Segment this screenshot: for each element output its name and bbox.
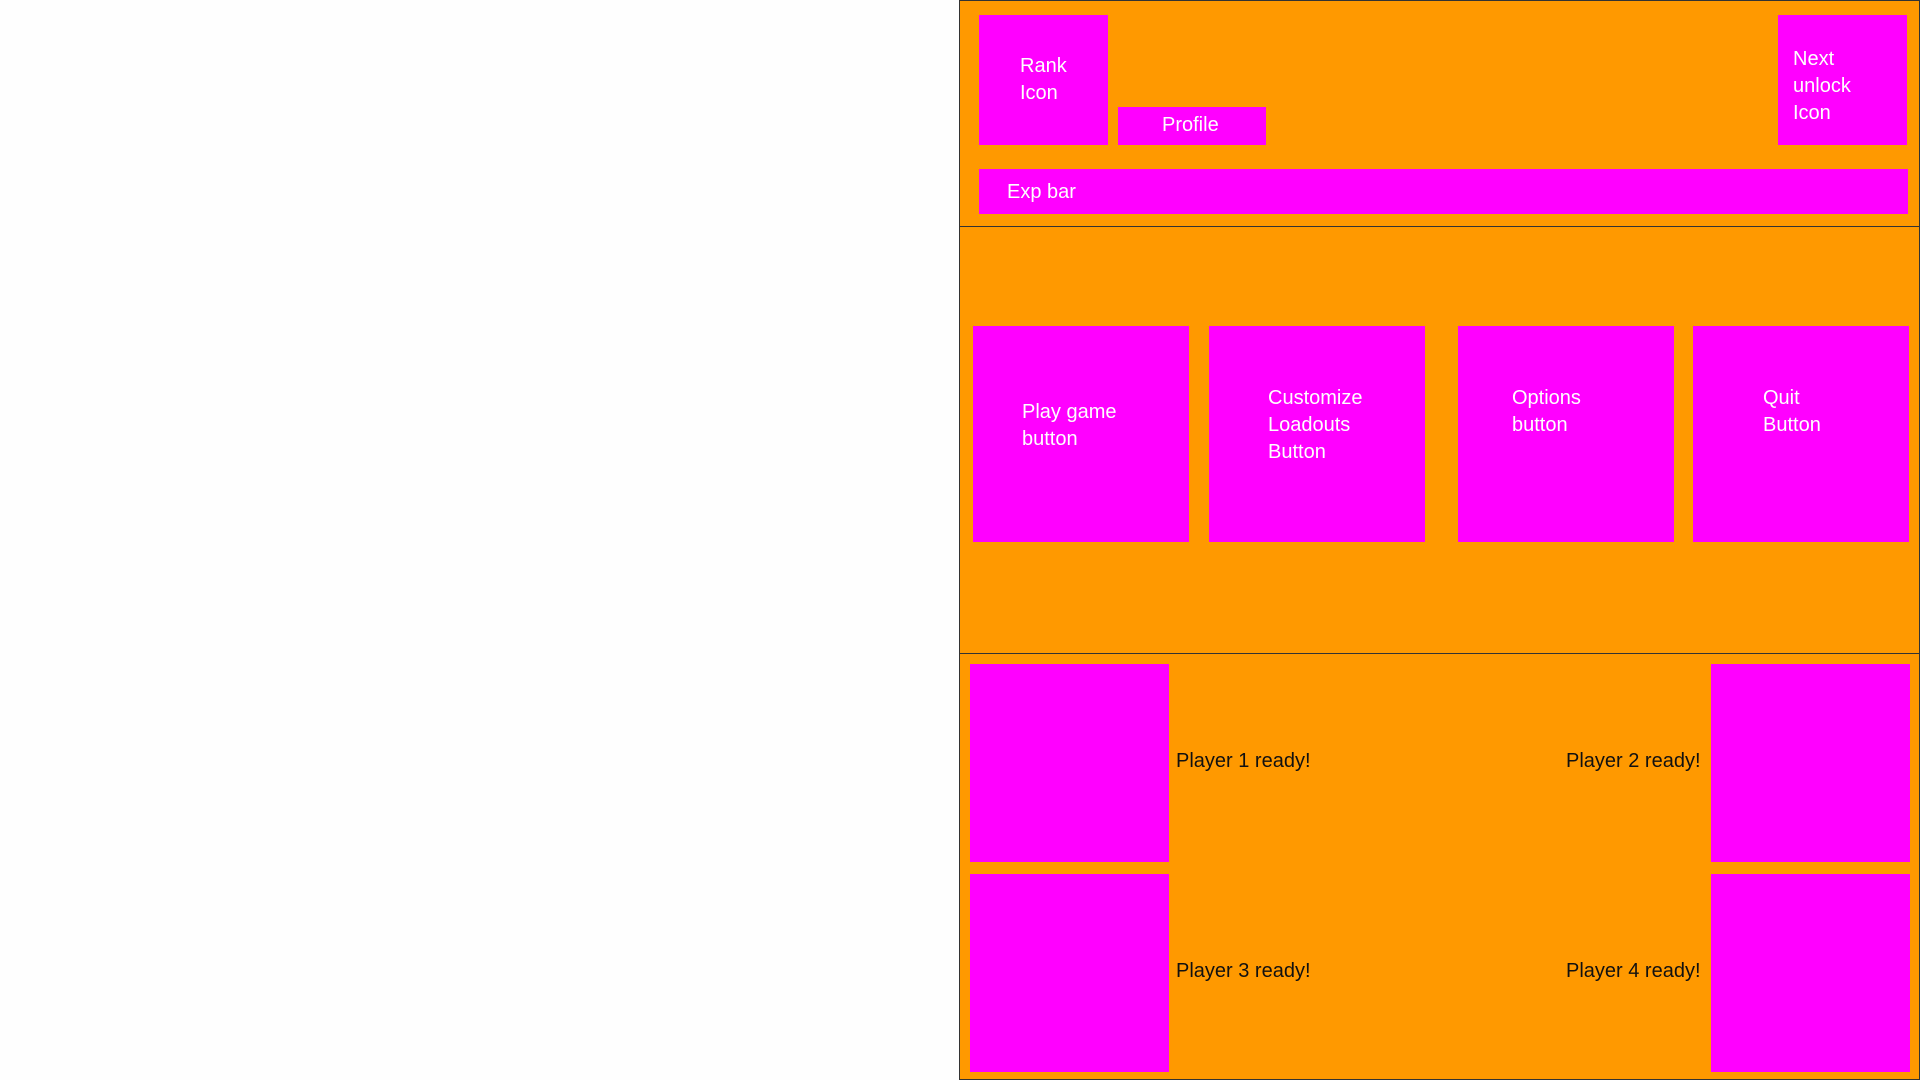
- next-unlock-icon[interactable]: Next unlock Icon: [1778, 15, 1907, 145]
- next-unlock-icon-label: Next unlock Icon: [1793, 48, 1851, 124]
- play-game-button[interactable]: Play game button: [973, 326, 1189, 542]
- customize-loadouts-button-label: Customize Loadouts Button: [1268, 387, 1363, 463]
- screen: Rank Icon Profile Next unlock Icon Exp b…: [0, 0, 1920, 1080]
- empty-left-area: [0, 0, 959, 1080]
- play-game-button-label: Play game button: [1022, 401, 1117, 450]
- quit-button-label: Quit Button: [1763, 387, 1821, 436]
- player-3-status: Player 3 ready!: [1176, 960, 1311, 982]
- rank-icon[interactable]: Rank Icon: [979, 15, 1108, 145]
- profile-button[interactable]: Profile: [1118, 107, 1266, 145]
- exp-bar: Exp bar: [979, 169, 1908, 214]
- quit-button[interactable]: Quit Button: [1693, 326, 1909, 542]
- customize-loadouts-button[interactable]: Customize Loadouts Button: [1209, 326, 1425, 542]
- player-1-avatar: [970, 664, 1169, 862]
- player-2-avatar: [1711, 664, 1910, 862]
- player-3-avatar: [970, 874, 1169, 1072]
- options-button[interactable]: Options button: [1458, 326, 1674, 542]
- profile-panel: Rank Icon Profile Next unlock Icon Exp b…: [959, 0, 1920, 227]
- player-4-avatar: [1711, 874, 1910, 1072]
- players-panel: Player 1 ready! Player 2 ready! Player 3…: [959, 653, 1920, 1080]
- main-menu-panel: Play game button Customize Loadouts Butt…: [959, 226, 1920, 654]
- rank-icon-label: Rank Icon: [1020, 55, 1067, 104]
- exp-bar-label: Exp bar: [1007, 181, 1076, 203]
- profile-button-label: Profile: [1162, 114, 1219, 136]
- options-button-label: Options button: [1512, 387, 1581, 436]
- player-1-status: Player 1 ready!: [1176, 750, 1311, 772]
- player-2-status: Player 2 ready!: [1566, 750, 1701, 772]
- player-4-status: Player 4 ready!: [1566, 960, 1701, 982]
